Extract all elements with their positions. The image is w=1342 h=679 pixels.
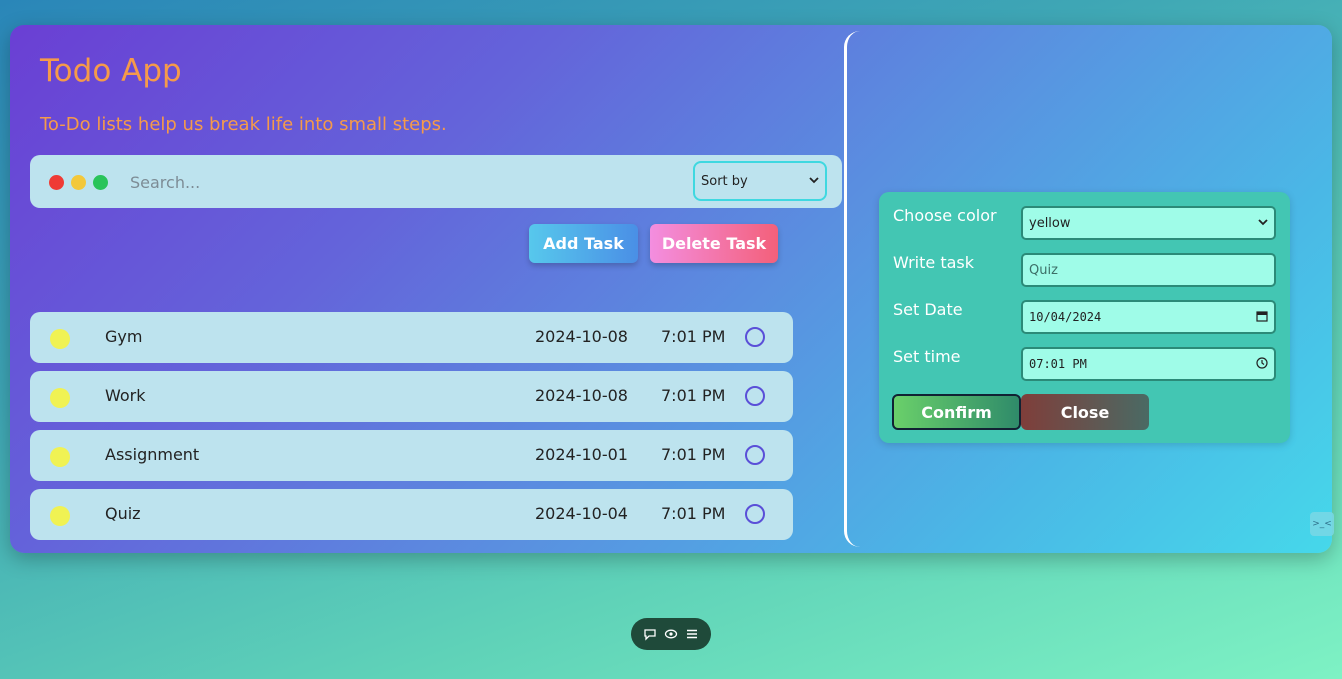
time-input-value: 07:01 PM (1029, 357, 1087, 371)
add-task-form: Choose color yellow Write task Quiz Set … (879, 192, 1290, 443)
app-title: Todo App (40, 53, 182, 89)
window-dot-green (93, 175, 108, 190)
task-name: Gym (105, 327, 143, 346)
panel-divider (844, 31, 862, 547)
color-select-value: yellow (1029, 215, 1071, 231)
task-name: Work (105, 386, 146, 405)
delete-task-button[interactable]: Delete Task (650, 224, 778, 263)
chevron-down-icon (1258, 216, 1268, 231)
close-button[interactable]: Close (1021, 394, 1149, 430)
date-input-value: 10/04/2024 (1029, 310, 1102, 324)
search-input[interactable] (130, 167, 670, 197)
task-time: 7:01 PM (661, 504, 726, 523)
task-complete-checkbox[interactable] (745, 504, 765, 524)
task-time: 7:01 PM (661, 386, 726, 405)
task-date: 2024-10-08 (535, 386, 628, 405)
sort-label: Sort by (701, 173, 748, 189)
task-complete-checkbox[interactable] (745, 327, 765, 347)
task-row[interactable]: Assignment 2024-10-01 7:01 PM (30, 430, 793, 481)
sort-select[interactable]: Sort by (693, 161, 827, 201)
task-name: Assignment (105, 445, 200, 464)
color-label: Choose color (893, 206, 997, 225)
time-input[interactable]: 07:01 PM (1021, 347, 1276, 381)
task-time: 7:01 PM (661, 327, 726, 346)
task-label: Write task (893, 253, 975, 272)
task-input[interactable]: Quiz (1021, 253, 1276, 287)
task-time: 7:01 PM (661, 445, 726, 464)
task-row[interactable]: Work 2024-10-08 7:01 PM (30, 371, 793, 422)
floating-toolbar (631, 618, 711, 650)
eye-icon[interactable] (663, 626, 679, 642)
app-subtitle: To-Do lists help us break life into smal… (40, 114, 447, 135)
color-select[interactable]: yellow (1021, 206, 1276, 240)
task-name: Quiz (105, 504, 141, 523)
task-date: 2024-10-08 (535, 327, 628, 346)
task-color-dot (50, 447, 70, 467)
task-row[interactable]: Quiz 2024-10-04 7:01 PM (30, 489, 793, 540)
task-complete-checkbox[interactable] (745, 445, 765, 465)
window-dot-yellow (71, 175, 86, 190)
window-dot-red (49, 175, 64, 190)
menu-icon[interactable] (684, 626, 700, 642)
search-toolbar: Sort by (30, 155, 842, 208)
todo-app: Todo App To-Do lists help us break life … (10, 25, 1332, 553)
task-date: 2024-10-01 (535, 445, 628, 464)
calendar-icon[interactable] (1256, 310, 1268, 325)
comment-icon[interactable] (642, 626, 658, 642)
task-complete-checkbox[interactable] (745, 386, 765, 406)
task-input-value: Quiz (1029, 262, 1058, 278)
clock-icon[interactable] (1256, 356, 1268, 372)
task-color-dot (50, 388, 70, 408)
add-task-button[interactable]: Add Task (529, 224, 638, 263)
face-icon[interactable]: >_< (1310, 512, 1334, 536)
chevron-down-icon (809, 174, 819, 189)
task-color-dot (50, 329, 70, 349)
time-label: Set time (893, 347, 961, 366)
confirm-button[interactable]: Confirm (892, 394, 1021, 430)
task-row[interactable]: Gym 2024-10-08 7:01 PM (30, 312, 793, 363)
task-color-dot (50, 506, 70, 526)
date-label: Set Date (893, 300, 963, 319)
task-date: 2024-10-04 (535, 504, 628, 523)
date-input[interactable]: 10/04/2024 (1021, 300, 1276, 334)
